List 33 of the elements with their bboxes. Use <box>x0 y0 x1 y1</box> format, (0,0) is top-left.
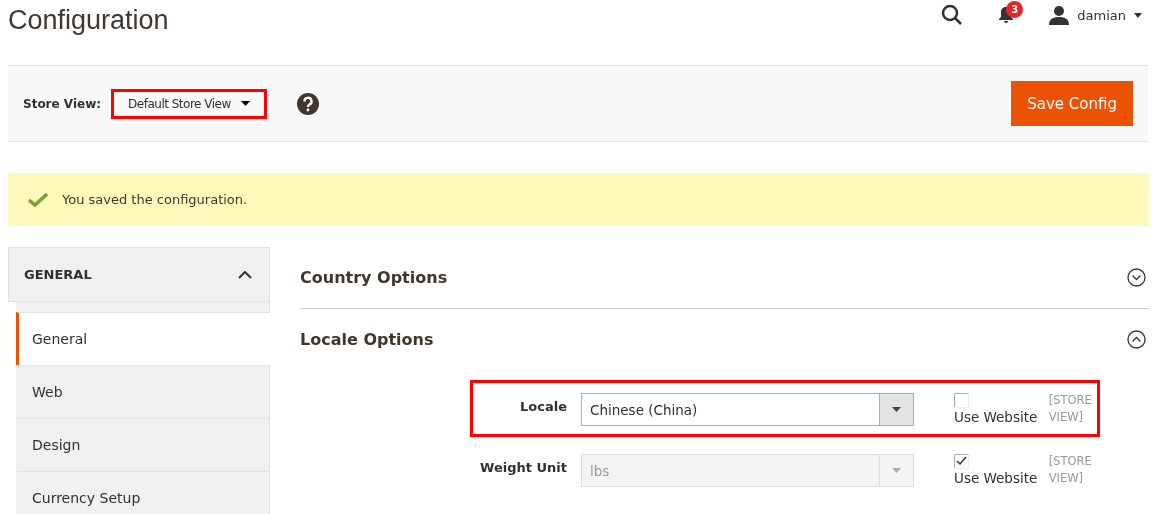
notification-count: 3 <box>1006 1 1024 18</box>
scope-label: [STORE VIEW] <box>1048 392 1093 426</box>
checkmark-icon <box>28 192 48 207</box>
toggle-icon[interactable] <box>1127 330 1146 349</box>
user-icon[interactable] <box>1049 5 1070 25</box>
caret-icon <box>892 407 901 412</box>
sidebar-item[interactable]: Web <box>16 365 269 418</box>
page-title: Configuration <box>8 4 169 37</box>
sidebar-item[interactable]: Design <box>16 418 269 471</box>
chevron-icon[interactable] <box>238 270 252 279</box>
save-config-button[interactable]: Save Config <box>1011 81 1133 126</box>
store-view-label: Store View: <box>23 96 102 111</box>
sidebar-section-header[interactable]: GENERAL <box>8 247 270 302</box>
caret-icon <box>240 101 250 106</box>
toggle-icon[interactable] <box>1127 268 1146 287</box>
sidebar-item[interactable]: General <box>16 312 270 365</box>
field-label: Locale <box>519 398 567 414</box>
store-view-dropdown[interactable]: Default Store View <box>111 88 267 119</box>
scope-label: [STORE VIEW] <box>1048 453 1093 487</box>
field-label: Weight Unit <box>479 459 567 475</box>
message-text: You saved the configuration. <box>62 192 248 207</box>
select-field[interactable]: Chinese (China) <box>581 393 914 426</box>
section-title[interactable]: Country Options <box>300 268 448 287</box>
use-website-label: Use Website <box>954 470 1039 486</box>
user-name[interactable]: damian <box>1077 7 1126 23</box>
sidebar-item[interactable]: Currency Setup <box>16 471 269 514</box>
caret-icon <box>892 468 901 473</box>
help-icon[interactable] <box>296 92 319 115</box>
checkbox[interactable] <box>954 393 969 408</box>
section-title[interactable]: Locale Options <box>300 330 434 349</box>
use-website-label: Use Website <box>954 409 1039 425</box>
caret-icon[interactable] <box>1134 12 1142 18</box>
search-icon[interactable] <box>941 4 964 26</box>
